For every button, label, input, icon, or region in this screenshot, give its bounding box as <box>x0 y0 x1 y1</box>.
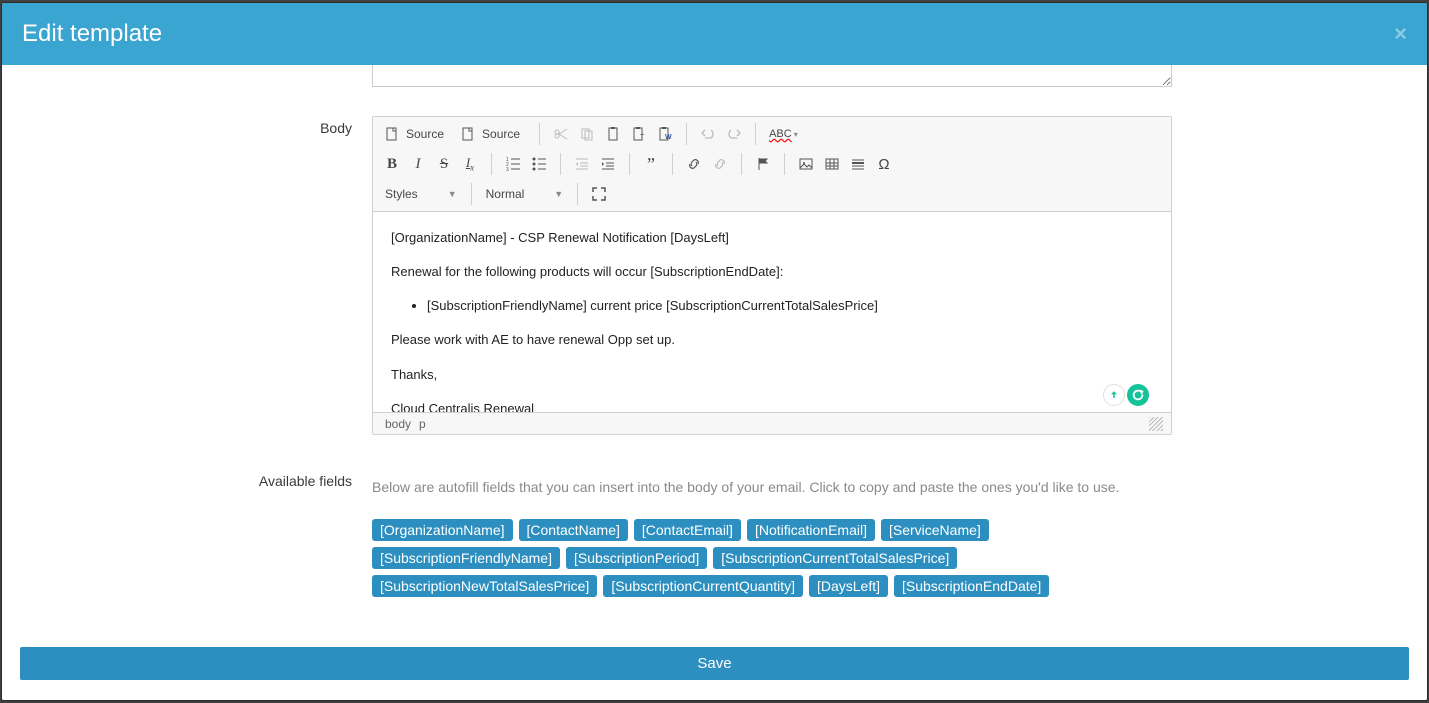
available-field-pill[interactable]: [OrganizationName] <box>372 519 513 541</box>
editor-toolbar: Source Source <box>373 117 1171 212</box>
document-icon <box>460 126 476 142</box>
modal-footer: Save <box>2 623 1427 700</box>
close-icon[interactable]: × <box>1394 21 1407 47</box>
editor-list: [SubscriptionFriendlyName] current price… <box>427 296 1153 316</box>
available-field-pill[interactable]: [NotificationEmail] <box>747 519 875 541</box>
modal-body: Subject Body <box>2 65 1427 623</box>
copy-icon <box>579 126 595 142</box>
editor-paragraph: Cloud Centralis Renewal <box>391 399 1153 412</box>
ol-icon: 123 <box>505 156 521 172</box>
editor-status-bar: body p <box>373 412 1171 434</box>
editor-list-item: [SubscriptionFriendlyName] current price… <box>427 296 1153 316</box>
save-button[interactable]: Save <box>20 647 1409 680</box>
spellcheck-button[interactable]: ABC▾ <box>764 121 803 147</box>
maximize-icon <box>591 186 607 202</box>
paste-word-button[interactable]: W <box>652 121 678 147</box>
available-field-pill[interactable]: [SubscriptionFriendlyName] <box>372 547 560 569</box>
clipboard-text-icon: T <box>631 126 647 142</box>
grammarly-widget <box>1103 384 1149 406</box>
elements-path-body[interactable]: body <box>381 417 415 431</box>
source-button-2[interactable]: Source <box>455 121 531 147</box>
edit-template-modal: Edit template × Subject Body <box>2 3 1427 700</box>
svg-text:T: T <box>640 134 645 141</box>
cut-button[interactable] <box>548 121 574 147</box>
document-icon <box>384 126 400 142</box>
rich-text-editor: Source Source <box>372 116 1172 435</box>
outdent-icon <box>574 156 590 172</box>
indent-icon <box>600 156 616 172</box>
horizontal-line-button[interactable] <box>845 151 871 177</box>
link-icon <box>686 156 702 172</box>
grammarly-upload-icon[interactable] <box>1103 384 1125 406</box>
undo-icon <box>700 126 716 142</box>
editor-paragraph: Please work with AE to have renewal Opp … <box>391 330 1153 350</box>
available-field-pill[interactable]: [SubscriptionCurrentQuantity] <box>603 575 803 597</box>
available-fields-list: [OrganizationName] [ContactName] [ContactE… <box>372 519 1172 597</box>
elements-path-p[interactable]: p <box>415 417 430 431</box>
grammarly-status-icon[interactable] <box>1127 384 1149 406</box>
unlink-button[interactable] <box>707 151 733 177</box>
italic-button[interactable]: I <box>405 151 431 177</box>
styles-select[interactable]: Styles▼ <box>379 181 463 207</box>
special-char-button[interactable]: Ω <box>871 151 897 177</box>
available-fields-label: Available fields <box>12 469 372 597</box>
image-button[interactable] <box>793 151 819 177</box>
hr-icon <box>850 156 866 172</box>
paste-button[interactable] <box>600 121 626 147</box>
paste-text-button[interactable]: T <box>626 121 652 147</box>
svg-text:W: W <box>665 134 672 141</box>
modal-header: Edit template × <box>2 3 1427 65</box>
source-button[interactable]: Source <box>379 121 455 147</box>
available-field-pill[interactable]: [SubscriptionPeriod] <box>566 547 707 569</box>
bold-button[interactable]: B <box>379 151 405 177</box>
redo-button[interactable] <box>721 121 747 147</box>
redo-icon <box>726 126 742 142</box>
available-field-pill[interactable]: [DaysLeft] <box>809 575 888 597</box>
table-icon <box>824 156 840 172</box>
undo-button[interactable] <box>695 121 721 147</box>
available-field-pill[interactable]: [SubscriptionNewTotalSalesPrice] <box>372 575 597 597</box>
available-field-pill[interactable]: [ContactName] <box>519 519 628 541</box>
flag-icon <box>755 156 771 172</box>
anchor-flag-button[interactable] <box>750 151 776 177</box>
image-icon <box>798 156 814 172</box>
available-field-pill[interactable]: [ContactEmail] <box>634 519 741 541</box>
format-select[interactable]: Normal▼ <box>480 181 570 207</box>
unlink-icon <box>712 156 728 172</box>
clipboard-icon <box>605 126 621 142</box>
outdent-button[interactable] <box>569 151 595 177</box>
available-field-pill[interactable]: [ServiceName] <box>881 519 989 541</box>
editor-resize-handle[interactable] <box>1149 417 1163 431</box>
blockquote-button[interactable]: ” <box>638 151 664 177</box>
available-field-pill[interactable]: [SubscriptionCurrentTotalSalesPrice] <box>713 547 957 569</box>
clipboard-word-icon: W <box>657 126 673 142</box>
modal-title: Edit template <box>22 20 162 48</box>
editor-paragraph: Thanks, <box>391 365 1153 385</box>
scissors-icon <box>553 126 569 142</box>
editor-paragraph: Renewal for the following products will … <box>391 262 1153 282</box>
svg-text:3: 3 <box>506 167 509 172</box>
subject-label: Subject <box>12 65 372 90</box>
editor-content-area[interactable]: [OrganizationName] - CSP Renewal Notific… <box>373 212 1171 412</box>
modal-scroll-area[interactable]: Subject Body <box>2 65 1427 623</box>
indent-button[interactable] <box>595 151 621 177</box>
copy-button[interactable] <box>574 121 600 147</box>
link-button[interactable] <box>681 151 707 177</box>
strikethrough-button[interactable]: S <box>431 151 457 177</box>
remove-format-button[interactable]: Ix <box>457 151 483 177</box>
subject-input[interactable] <box>372 65 1172 87</box>
ul-icon <box>531 156 547 172</box>
maximize-button[interactable] <box>586 181 612 207</box>
bullet-list-button[interactable] <box>526 151 552 177</box>
available-field-pill[interactable]: [SubscriptionEndDate] <box>894 575 1049 597</box>
body-label: Body <box>12 116 372 435</box>
numbered-list-button[interactable]: 123 <box>500 151 526 177</box>
table-button[interactable] <box>819 151 845 177</box>
editor-paragraph: [OrganizationName] - CSP Renewal Notific… <box>391 228 1153 248</box>
available-fields-description: Below are autofill fields that you can i… <box>372 469 1172 519</box>
